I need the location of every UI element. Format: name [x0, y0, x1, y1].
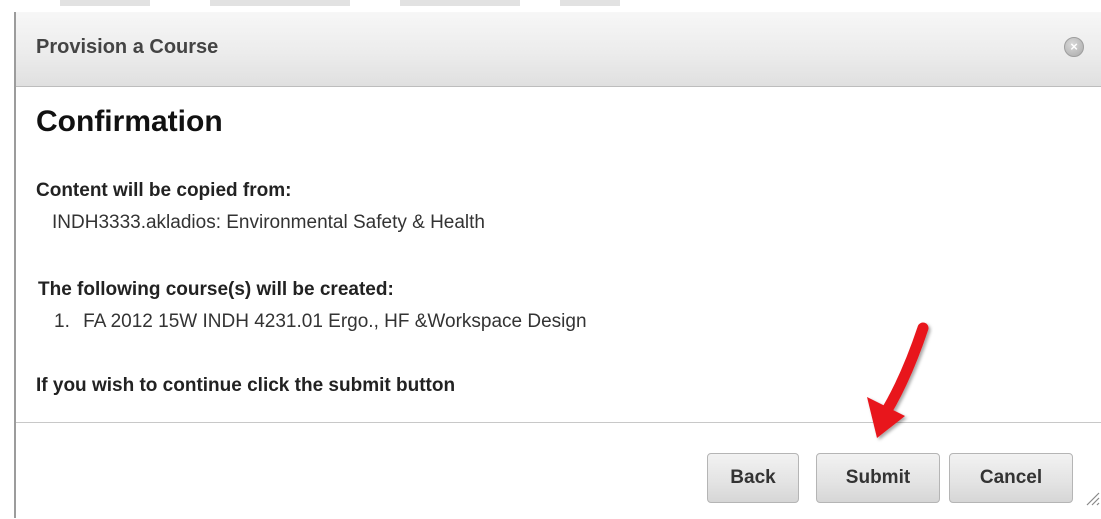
course-name: FA 2012 15W INDH 4231.01 Ergo., HF &Work… [83, 311, 587, 332]
submit-button[interactable]: Submit [816, 453, 940, 503]
dialog-titlebar[interactable]: Provision a Course × [16, 12, 1101, 87]
close-icon[interactable]: × [1064, 37, 1084, 57]
background-page-strip [0, 0, 1101, 12]
resize-grip-icon[interactable] [1084, 490, 1100, 506]
dialog-title: Provision a Course [36, 36, 219, 58]
background-page-fragment [400, 0, 520, 6]
courses-created-label: The following course(s) will be created: [38, 279, 394, 300]
page-title: Confirmation [36, 105, 223, 138]
course-number: 1. [54, 311, 70, 332]
copied-from-value: INDH3333.akladios: Environmental Safety … [52, 212, 486, 233]
background-page-fragment [210, 0, 350, 6]
dialog-footer: Back Submit Cancel [16, 422, 1101, 519]
background-page-fragment [60, 0, 150, 6]
close-glyph: × [1070, 39, 1078, 54]
instruction-text: If you wish to continue click the submit… [36, 375, 456, 396]
provision-course-dialog: Provision a Course × Confirmation Conten… [14, 12, 1101, 519]
back-button[interactable]: Back [707, 453, 799, 503]
background-page-fragment [560, 0, 620, 6]
course-list-item: 1. FA 2012 15W INDH 4231.01 Ergo., HF &W… [54, 311, 587, 333]
copied-from-label: Content will be copied from: [36, 180, 292, 201]
cancel-button[interactable]: Cancel [949, 453, 1073, 503]
